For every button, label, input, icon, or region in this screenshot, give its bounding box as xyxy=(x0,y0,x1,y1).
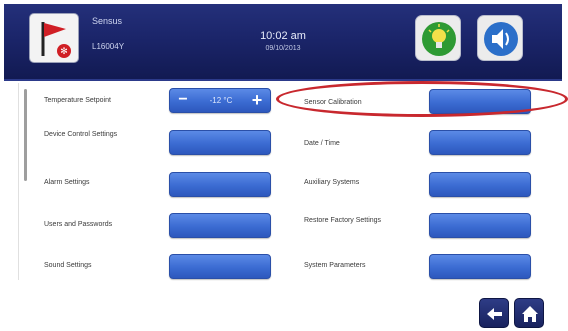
light-button[interactable] xyxy=(415,15,461,61)
label-temperature-setpoint: Temperature Setpoint xyxy=(44,97,111,104)
temperature-stepper[interactable]: − -12 °C + xyxy=(169,88,271,113)
label-system-parameters: System Parameters xyxy=(304,262,366,269)
speaker-icon xyxy=(484,22,518,56)
device-name: Sensus xyxy=(92,16,123,26)
back-arrow-icon xyxy=(487,308,502,320)
clock-time: 10:02 am xyxy=(260,30,306,42)
highlight-ellipse xyxy=(276,81,568,117)
alarm-settings-button[interactable] xyxy=(169,172,271,197)
flag-logo-icon: ✻ xyxy=(41,22,71,58)
decrease-button[interactable]: − xyxy=(173,89,193,112)
users-and-passwords-button[interactable] xyxy=(169,213,271,238)
auxiliary-systems-button[interactable] xyxy=(429,172,531,197)
svg-text:✻: ✻ xyxy=(60,47,68,57)
label-device-control-settings: Device Control Settings xyxy=(44,131,118,138)
device-screen: ✻ Sensus L16004Y 10:02 am 09/10/2013 Tem… xyxy=(4,4,568,328)
date-time-button[interactable] xyxy=(429,130,531,155)
clock-date: 09/10/2013 xyxy=(265,45,301,52)
restore-factory-settings-button[interactable] xyxy=(429,213,531,238)
device-control-settings-button[interactable] xyxy=(169,130,271,155)
label-auxiliary-systems: Auxiliary Systems xyxy=(304,179,360,186)
scrollbar[interactable] xyxy=(24,89,27,181)
home-button[interactable] xyxy=(514,298,544,328)
home-icon xyxy=(522,306,538,322)
header-bar: ✻ Sensus L16004Y 10:02 am 09/10/2013 xyxy=(4,4,562,81)
logo-badge: ✻ xyxy=(29,13,79,63)
label-alarm-settings: Alarm Settings xyxy=(44,179,90,186)
back-button[interactable] xyxy=(479,298,509,328)
increase-button[interactable]: + xyxy=(247,89,267,112)
device-id: L16004Y xyxy=(92,42,125,51)
label-date-time: Date / Time xyxy=(304,140,340,147)
light-bulb-icon xyxy=(422,22,456,56)
temperature-value: -12 °C xyxy=(209,96,233,105)
sound-button[interactable] xyxy=(477,15,523,61)
system-parameters-button[interactable] xyxy=(429,254,531,279)
label-restore-factory-settings: Restore Factory Settings xyxy=(304,217,382,224)
label-sound-settings: Sound Settings xyxy=(44,262,92,269)
label-users-and-passwords: Users and Passwords xyxy=(44,221,113,228)
sound-settings-button[interactable] xyxy=(169,254,271,279)
